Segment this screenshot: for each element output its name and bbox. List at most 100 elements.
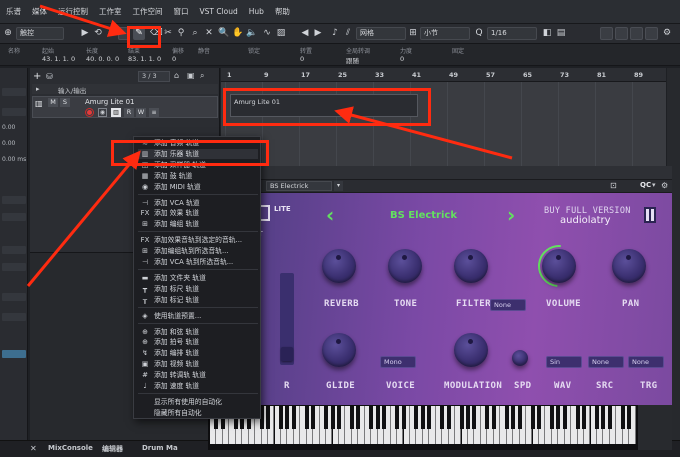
black-key[interactable]: [414, 406, 419, 429]
context-menu-item[interactable]: ⊕ 添加 和弦 轨道: [138, 327, 258, 337]
snap-icon[interactable]: ⫽: [343, 28, 353, 39]
black-key[interactable]: [349, 406, 354, 429]
color-icon[interactable]: ◧: [542, 28, 552, 39]
modulation-knob[interactable]: [454, 333, 488, 367]
monitor-icon[interactable]: ◉: [98, 108, 107, 117]
tab-drum[interactable]: Drum Ma: [142, 444, 178, 452]
context-menu-item[interactable]: 显示所有使用的自动化: [138, 397, 258, 407]
grid-type-icon[interactable]: ⊞: [408, 28, 418, 39]
black-key[interactable]: [459, 406, 464, 429]
black-key[interactable]: [491, 406, 496, 429]
menu-item[interactable]: 运行控制: [58, 6, 88, 17]
menu-item[interactable]: 乐谱: [6, 6, 21, 17]
reverb-knob[interactable]: [322, 249, 356, 283]
filter-mode-field[interactable]: None: [490, 299, 526, 311]
view-icon[interactable]: ▣: [187, 71, 197, 82]
inspector-field[interactable]: [2, 88, 26, 96]
lower-zone-button[interactable]: [630, 27, 643, 40]
autoscroll-icon[interactable]: ▶: [80, 28, 90, 39]
instrument-edit-icon[interactable]: ▥: [111, 108, 121, 117]
play-tool-icon[interactable]: 🔈: [246, 28, 257, 39]
swatch-icon[interactable]: ▤: [556, 28, 566, 39]
context-menu-item[interactable]: ⊞ 添加编组轨到所选音轨...: [138, 246, 258, 256]
black-key[interactable]: [582, 406, 587, 429]
solo-button[interactable]: S: [60, 98, 70, 107]
black-key[interactable]: [266, 406, 271, 429]
speed-knob[interactable]: [512, 350, 528, 366]
edit-channel-icon[interactable]: ≡: [149, 108, 159, 117]
black-key[interactable]: [556, 406, 561, 429]
black-key[interactable]: [401, 406, 406, 429]
qc-menu-icon[interactable]: ▾: [652, 181, 656, 189]
context-menu-item[interactable]: FX 添加效果音轨到选定的音轨...: [138, 235, 258, 245]
black-key[interactable]: [466, 406, 470, 429]
black-key[interactable]: [304, 406, 309, 429]
close-lower-zone-icon[interactable]: ✕: [30, 444, 37, 453]
black-key[interactable]: [291, 406, 296, 429]
black-key[interactable]: [446, 406, 451, 429]
quick-controls-label[interactable]: QC: [640, 181, 651, 189]
context-menu-item[interactable]: 隐藏所有自动化: [138, 408, 258, 418]
black-key[interactable]: [395, 406, 400, 429]
info-value[interactable]: 0: [172, 55, 176, 63]
black-key[interactable]: [575, 406, 580, 429]
home-icon[interactable]: ⌂: [174, 71, 184, 82]
audition-icon[interactable]: ♪: [330, 28, 340, 39]
black-key[interactable]: [530, 406, 535, 429]
ruler[interactable]: 1 9 17 25 33 41 49 57 65 73 81 89: [221, 68, 666, 82]
quantize-icon[interactable]: Q: [474, 28, 484, 39]
menu-item[interactable]: 窗口: [174, 6, 189, 17]
context-menu-item[interactable]: ↯ 添加 编排 轨道: [138, 348, 258, 358]
glide-knob[interactable]: [322, 333, 356, 367]
info-value[interactable]: 43. 1. 1. 0: [42, 55, 75, 63]
settings-icon[interactable]: ⚙: [662, 28, 672, 39]
camera-icon[interactable]: ⊡: [610, 181, 624, 191]
write-button[interactable]: W: [136, 108, 146, 117]
black-key[interactable]: [375, 406, 380, 429]
black-key[interactable]: [369, 406, 374, 429]
context-menu-item[interactable]: ┰ 添加 标记 轨道: [138, 295, 258, 305]
inspector-field[interactable]: [2, 313, 26, 321]
context-menu-item[interactable]: ⊣ 添加 VCA 轨道: [138, 198, 258, 208]
context-menu-item[interactable]: ◉ 添加 MIDI 轨道: [138, 182, 258, 192]
wav-field[interactable]: Sin: [546, 356, 582, 368]
grid-icon[interactable]: ⋮: [107, 28, 117, 39]
tab-mixconsole[interactable]: MixConsole: [48, 444, 93, 452]
folder-icon[interactable]: ⛁: [46, 72, 56, 82]
black-key[interactable]: [504, 406, 509, 429]
menu-item[interactable]: VST Cloud: [200, 7, 238, 16]
black-key[interactable]: [420, 406, 425, 429]
menu-item[interactable]: 工作空间: [133, 6, 163, 17]
volume-knob[interactable]: [542, 249, 576, 283]
context-menu-item[interactable]: ⊣ 添加 VCA 轨到所选音轨...: [138, 257, 258, 267]
black-key[interactable]: [382, 406, 387, 429]
left-zone-button[interactable]: [615, 27, 628, 40]
inspector-field[interactable]: [2, 108, 26, 116]
inspector-field[interactable]: [2, 293, 26, 301]
black-key[interactable]: [620, 406, 625, 429]
black-key[interactable]: [601, 406, 606, 429]
menu-item[interactable]: Hub: [249, 7, 264, 16]
split-tool-icon[interactable]: ✂: [163, 28, 173, 39]
inspector-field[interactable]: [2, 213, 26, 221]
black-key[interactable]: [337, 406, 341, 429]
context-menu-item[interactable]: ┳ 添加 标尺 轨道: [138, 284, 258, 294]
expand-icon[interactable]: ▸: [36, 85, 40, 93]
pause-icon[interactable]: [644, 207, 656, 223]
black-key[interactable]: [440, 406, 445, 429]
black-key[interactable]: [324, 406, 329, 429]
context-menu-item[interactable]: ▦ 添加 鼓 轨道: [138, 171, 258, 181]
menu-item[interactable]: 帮助: [275, 6, 290, 17]
inspector-field[interactable]: [2, 263, 26, 271]
io-folder-row[interactable]: ▸ 输入/输出: [32, 84, 218, 95]
info-value[interactable]: 83. 1. 1. 0: [128, 55, 161, 63]
zoom-tool-icon[interactable]: ⌕: [190, 28, 200, 39]
snap-type-dropdown[interactable]: 网格: [356, 27, 406, 40]
black-key[interactable]: [511, 406, 516, 429]
context-menu-item[interactable]: ⊞ 添加 编组 轨道: [138, 219, 258, 229]
window-layout-button[interactable]: [600, 27, 613, 40]
colorize-tool-icon[interactable]: ▨: [276, 28, 286, 39]
plugin-settings-icon[interactable]: ⚙: [661, 181, 668, 190]
black-key[interactable]: [427, 406, 432, 429]
track-name[interactable]: Amurg Lite 01: [85, 98, 135, 106]
